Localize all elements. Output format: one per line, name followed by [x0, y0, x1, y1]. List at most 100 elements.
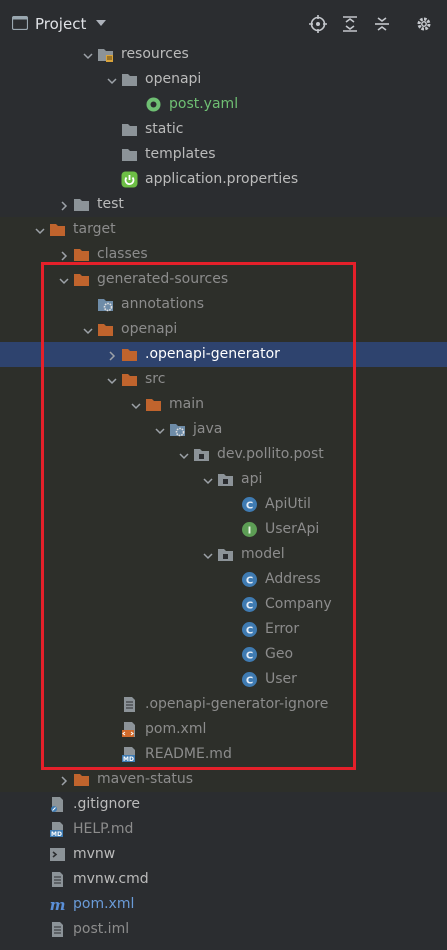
tree-row[interactable]: classes — [0, 242, 447, 267]
chevron-down-icon[interactable] — [203, 549, 213, 560]
folder-icon — [121, 121, 138, 138]
tree-row[interactable]: I UserApi — [0, 517, 447, 542]
resources-folder-icon — [97, 46, 114, 63]
excluded-folder-icon — [121, 371, 138, 388]
tree-row[interactable]: post.yaml — [0, 92, 447, 117]
tree-item-label: .gitignore — [73, 796, 140, 812]
chevron-right-icon[interactable] — [59, 774, 69, 786]
tree-row[interactable]: src — [0, 367, 447, 392]
tree-row[interactable]: MD README.md — [0, 742, 447, 767]
gear-icon[interactable] — [414, 14, 434, 34]
tree-row[interactable]: annotations — [0, 292, 447, 317]
tree-item-label: .openapi-generator — [145, 346, 280, 362]
tree-item-label: mvnw.cmd — [73, 871, 149, 887]
tree-row[interactable]: static — [0, 117, 447, 142]
expand-all-icon[interactable] — [340, 14, 360, 34]
chevron-down-icon[interactable] — [95, 18, 107, 28]
tree-row[interactable]: generated-sources — [0, 267, 447, 292]
tree-row[interactable]: C User — [0, 667, 447, 692]
folder-icon — [121, 71, 138, 88]
tree-item-label: openapi — [145, 71, 202, 87]
generated-sources-icon — [97, 296, 114, 313]
tree-item-label: maven-status — [97, 771, 194, 787]
tree-item-label: java — [193, 421, 223, 437]
tree-row[interactable]: pom.xml — [0, 717, 447, 742]
svg-text:m: m — [50, 896, 66, 913]
project-view-title[interactable]: Project — [35, 15, 86, 33]
excluded-folder-icon — [49, 221, 66, 238]
collapse-all-icon[interactable] — [372, 14, 392, 34]
svg-text:MD: MD — [123, 756, 134, 763]
tree-row[interactable]: main — [0, 392, 447, 417]
tree-row[interactable]: target — [0, 217, 447, 242]
class-icon: C — [241, 621, 258, 638]
chevron-down-icon[interactable] — [179, 449, 189, 460]
tree-row[interactable]: openapi — [0, 317, 447, 342]
chevron-right-icon[interactable] — [107, 349, 117, 361]
class-icon: C — [241, 571, 258, 588]
chevron-right-icon[interactable] — [59, 199, 69, 211]
chevron-down-icon[interactable] — [131, 399, 141, 410]
tree-item-label: static — [145, 121, 184, 137]
tree-row[interactable]: mvnw.cmd — [0, 867, 447, 892]
tree-row[interactable]: .gitignore — [0, 792, 447, 817]
chevron-down-icon[interactable] — [155, 424, 165, 435]
tree-row[interactable]: C ApiUtil — [0, 492, 447, 517]
tree-row[interactable]: mvnw — [0, 842, 447, 867]
tree-item-label: Address — [265, 571, 321, 587]
tree-item-label: generated-sources — [97, 271, 229, 287]
tree-item-label: pom.xml — [145, 721, 207, 737]
openapi-file-icon — [145, 96, 162, 113]
chevron-down-icon[interactable] — [59, 274, 69, 285]
tree-item-label: post.iml — [73, 921, 130, 937]
tree-item-label: model — [241, 546, 285, 562]
chevron-down-icon[interactable] — [203, 474, 213, 485]
spring-icon — [121, 171, 138, 188]
tree-row[interactable]: java — [0, 417, 447, 442]
tree-row[interactable]: C Geo — [0, 642, 447, 667]
tree-item-label: annotations — [121, 296, 205, 312]
excluded-folder-icon — [145, 396, 162, 413]
tree-item-label: ApiUtil — [265, 496, 311, 512]
tree-row[interactable]: MD HELP.md — [0, 817, 447, 842]
chevron-right-icon[interactable] — [59, 249, 69, 261]
chevron-down-icon[interactable] — [107, 374, 117, 385]
tree-row[interactable]: m pom.xml — [0, 892, 447, 917]
package-icon — [217, 546, 234, 563]
package-icon — [217, 471, 234, 488]
tree-row[interactable]: templates — [0, 142, 447, 167]
tree-item-label: mvnw — [73, 846, 116, 862]
tree-item-label: post.yaml — [169, 96, 239, 112]
excluded-folder-icon — [73, 271, 90, 288]
tree-row[interactable]: C Company — [0, 592, 447, 617]
chevron-down-icon[interactable] — [35, 224, 45, 235]
chevron-down-icon[interactable] — [83, 49, 93, 60]
tree-row[interactable]: .openapi-generator-ignore — [0, 692, 447, 717]
svg-text:C: C — [246, 626, 253, 637]
tree-row[interactable]: dev.pollito.post — [0, 442, 447, 467]
tree-row[interactable]: api — [0, 467, 447, 492]
tree-row[interactable]: application.properties — [0, 167, 447, 192]
package-icon — [193, 446, 210, 463]
project-tool-window-header: Project — [0, 0, 447, 48]
markdown-file-icon: MD — [121, 746, 138, 763]
locate-icon[interactable] — [308, 14, 328, 34]
tree-row[interactable]: C Error — [0, 617, 447, 642]
tree-item-label: test — [97, 196, 124, 212]
tree-row[interactable]: test — [0, 192, 447, 217]
tree-row[interactable]: maven-status — [0, 767, 447, 792]
tree-row[interactable]: model — [0, 542, 447, 567]
tree-row[interactable]: openapi — [0, 67, 447, 92]
chevron-down-icon[interactable] — [83, 324, 93, 335]
interface-icon: I — [241, 521, 258, 538]
tree-row[interactable]: resources — [0, 42, 447, 67]
svg-text:MD: MD — [51, 831, 62, 838]
svg-text:I: I — [248, 526, 252, 537]
tree-row[interactable]: .openapi-generator — [0, 342, 447, 367]
chevron-down-icon[interactable] — [107, 74, 117, 85]
tree-item-label: README.md — [145, 746, 232, 762]
tree-row[interactable]: post.iml — [0, 917, 447, 942]
tree-row[interactable]: C Address — [0, 567, 447, 592]
excluded-folder-icon — [97, 321, 114, 338]
xml-file-icon — [121, 721, 138, 738]
